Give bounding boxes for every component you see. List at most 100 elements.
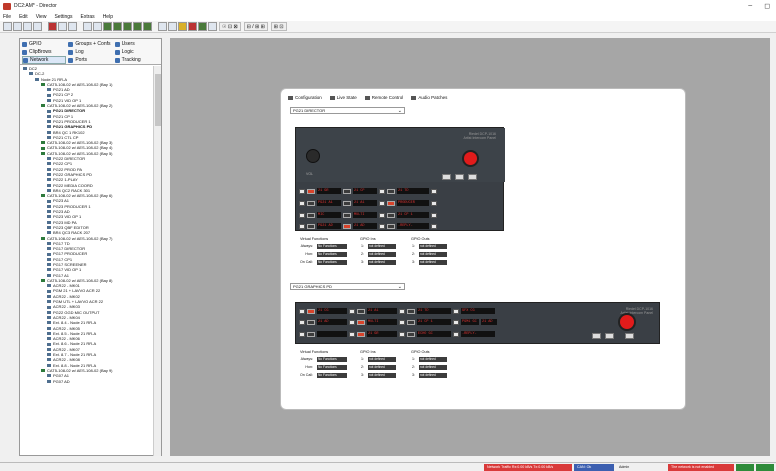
- talk-key[interactable]: [307, 223, 315, 229]
- talk-key[interactable]: [387, 200, 395, 206]
- disconnect-icon[interactable]: [93, 22, 102, 31]
- lever-key[interactable]: [379, 188, 385, 194]
- toolbar-group-3[interactable]: ⊞ ⊡: [270, 22, 287, 31]
- panel-button-3[interactable]: [468, 174, 477, 180]
- virtual-function-button[interactable]: No Functions: [317, 260, 347, 265]
- volume-knob[interactable]: [306, 149, 320, 163]
- gpio-in-button[interactable]: not defined: [368, 373, 396, 378]
- talk-key[interactable]: [343, 212, 351, 218]
- talk-key[interactable]: [307, 331, 315, 337]
- lever-key[interactable]: [431, 200, 437, 206]
- tab-ports[interactable]: Ports: [68, 56, 112, 64]
- tab-log[interactable]: Log: [68, 48, 112, 56]
- paste-icon[interactable]: [68, 22, 77, 31]
- virtual-function-button[interactable]: No Functions: [317, 244, 347, 249]
- grid-icon-2[interactable]: [113, 22, 122, 31]
- talk-key[interactable]: [307, 188, 315, 194]
- talk-key[interactable]: [357, 308, 365, 314]
- grid-icon-5[interactable]: [143, 22, 152, 31]
- lever-key[interactable]: [349, 331, 355, 337]
- device-select-1[interactable]: PG21 DIRECTOR ⌄: [290, 107, 405, 114]
- new-icon[interactable]: [3, 22, 12, 31]
- menu-view[interactable]: View: [36, 14, 47, 20]
- device-select-2[interactable]: PG21 GRAPHICS PD ⌄: [290, 283, 405, 290]
- toolbar-group-1[interactable]: ☉ ⊡ ⊠: [219, 22, 241, 31]
- scrollbar-thumb[interactable]: [155, 74, 161, 126]
- panel-button-3[interactable]: [625, 333, 634, 339]
- talk-key[interactable]: [407, 308, 415, 314]
- gpio-in-button[interactable]: not defined: [368, 365, 396, 370]
- tool-icon-2[interactable]: [168, 22, 177, 31]
- talk-key[interactable]: [387, 188, 395, 194]
- gpio-out-button[interactable]: not defined: [419, 260, 447, 265]
- lever-key[interactable]: [349, 319, 355, 325]
- tab-gpio[interactable]: GPIO: [22, 40, 66, 48]
- talk-key[interactable]: [343, 188, 351, 194]
- gpio-in-button[interactable]: not defined: [368, 260, 396, 265]
- virtual-function-button[interactable]: No Functions: [317, 365, 347, 370]
- lever-key[interactable]: [379, 223, 385, 229]
- lever-key[interactable]: [431, 223, 437, 229]
- panel-button-1[interactable]: [442, 174, 451, 180]
- stop-icon[interactable]: [188, 22, 197, 31]
- lever-key[interactable]: [453, 308, 459, 314]
- toolbar-group-2[interactable]: ⊟ / ⊞ ⊞: [243, 22, 268, 31]
- talk-key[interactable]: [307, 212, 315, 218]
- gpio-out-button[interactable]: not defined: [419, 357, 447, 362]
- lever-key[interactable]: [453, 331, 459, 337]
- tool-icon-1[interactable]: [158, 22, 167, 31]
- lever-key[interactable]: [299, 188, 305, 194]
- tab-tracking[interactable]: Tracking: [114, 56, 159, 64]
- grid-icon-3[interactable]: [123, 22, 132, 31]
- connect-icon[interactable]: [83, 22, 92, 31]
- virtual-function-button[interactable]: No Functions: [317, 373, 347, 378]
- panel-button-1[interactable]: [592, 333, 601, 339]
- tab-remote-control[interactable]: Remote Control: [364, 95, 403, 100]
- talk-key[interactable]: [387, 212, 395, 218]
- tree-item[interactable]: PG07 AD: [20, 379, 154, 384]
- talk-key[interactable]: [357, 319, 365, 325]
- talk-key[interactable]: [407, 331, 415, 337]
- talk-key[interactable]: [307, 319, 315, 325]
- gpio-in-button[interactable]: not defined: [368, 357, 396, 362]
- talk-key[interactable]: [307, 308, 315, 314]
- talk-key[interactable]: [343, 223, 351, 229]
- open-icon[interactable]: [13, 22, 22, 31]
- lever-key[interactable]: [399, 331, 405, 337]
- lever-key[interactable]: [299, 331, 305, 337]
- menu-help[interactable]: Help: [103, 14, 113, 20]
- lever-key[interactable]: [453, 319, 459, 325]
- tab-network[interactable]: Network: [22, 56, 67, 64]
- panel-button-2[interactable]: [455, 174, 464, 180]
- gpio-in-button[interactable]: not defined: [368, 244, 396, 249]
- talk-key[interactable]: [307, 200, 315, 206]
- red-volume-knob[interactable]: [462, 150, 479, 167]
- talk-key[interactable]: [357, 331, 365, 337]
- gpio-in-button[interactable]: not defined: [368, 252, 396, 257]
- lever-key[interactable]: [349, 308, 355, 314]
- gpio-out-button[interactable]: not defined: [419, 252, 447, 257]
- warning-icon[interactable]: [178, 22, 187, 31]
- tab-configuration[interactable]: Configuration: [288, 95, 322, 100]
- tree-scrollbar[interactable]: [153, 66, 161, 456]
- lever-key[interactable]: [379, 200, 385, 206]
- menu-file[interactable]: File: [3, 14, 11, 20]
- tab-live-state[interactable]: Live State: [329, 95, 357, 100]
- lever-key[interactable]: [399, 308, 405, 314]
- run-icon[interactable]: [198, 22, 207, 31]
- tab-audio-patches[interactable]: Audio Patches: [411, 95, 447, 100]
- copy-icon[interactable]: [58, 22, 67, 31]
- gpio-out-button[interactable]: not defined: [419, 365, 447, 370]
- grid-icon-1[interactable]: [103, 22, 112, 31]
- talk-key[interactable]: [387, 223, 395, 229]
- tab-users[interactable]: Users: [114, 40, 159, 48]
- grid-icon-4[interactable]: [133, 22, 142, 31]
- tab-groups-confs[interactable]: Groups + Confs: [68, 40, 112, 48]
- menu-edit[interactable]: Edit: [19, 14, 28, 20]
- lever-key[interactable]: [431, 188, 437, 194]
- maximize-button[interactable]: ◻: [764, 2, 770, 10]
- tab-clipbrows[interactable]: ClipBrows: [22, 48, 66, 56]
- lever-key[interactable]: [431, 212, 437, 218]
- red-volume-knob[interactable]: [618, 313, 636, 331]
- lever-key[interactable]: [299, 200, 305, 206]
